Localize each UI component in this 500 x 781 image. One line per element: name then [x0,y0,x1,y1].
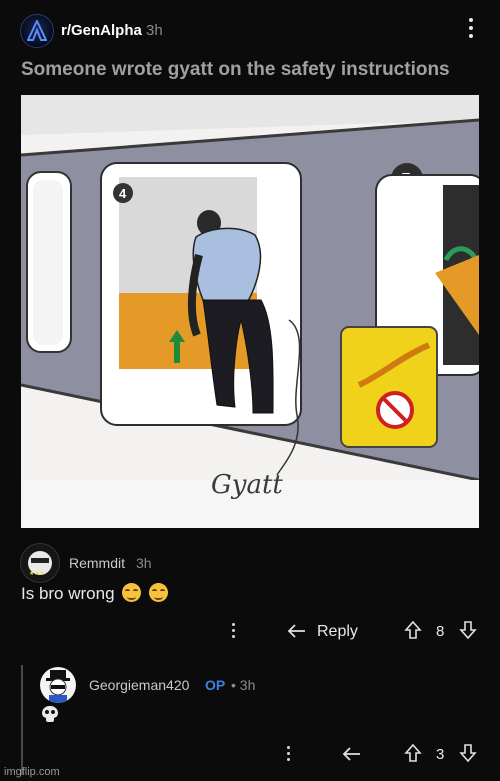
post-title[interactable]: Someone wrote gyatt on the safety instru… [21,59,450,81]
post-menu-icon[interactable] [468,18,474,42]
reply-body [42,706,58,728]
relieved-face-icon [122,583,142,602]
vote-count: 3 [436,746,445,763]
comment-menu-icon[interactable] [232,623,236,641]
downvote-icon[interactable] [459,620,477,640]
vote-count: 8 [436,623,445,640]
comment-text: Is bro wrong [21,584,115,603]
reply-author-avatar[interactable] [40,667,76,703]
subreddit-name[interactable]: r/GenAlpha [61,22,142,39]
post-header: r/GenAlpha 3h [0,0,500,56]
post-age: 3h [146,22,163,39]
commenter-avatar[interactable]: ★★★ [20,543,60,583]
downvote-icon[interactable] [459,743,477,763]
op-badge: OP [205,677,226,693]
reply-icon[interactable] [342,746,362,762]
handwritten-gyatt: Gyatt [211,470,283,500]
post-image[interactable]: 4 5 Gyatt [21,95,479,528]
reply-age: • 3h [231,677,256,693]
comment-author[interactable]: Remmdit [69,555,125,571]
reply-actions: 3 [0,741,500,771]
watermark: imgflip.com [4,766,60,778]
svg-text:4: 4 [119,186,127,201]
comment-body: Is bro wrong [21,583,169,604]
relieved-face-icon [149,583,169,602]
reply-button[interactable]: Reply [317,623,358,641]
upvote-icon[interactable] [404,620,422,640]
comment-age: 3h [136,555,152,571]
svg-text:★★★: ★★★ [29,570,45,577]
upvote-icon[interactable] [404,743,422,763]
comment-actions: Reply 8 [0,618,500,648]
subreddit-avatar[interactable] [20,14,54,48]
reply-icon[interactable] [287,623,307,639]
reply-author[interactable]: Georgieman420 [89,677,189,693]
reply-menu-icon[interactable] [287,746,291,764]
skull-icon [42,706,58,723]
